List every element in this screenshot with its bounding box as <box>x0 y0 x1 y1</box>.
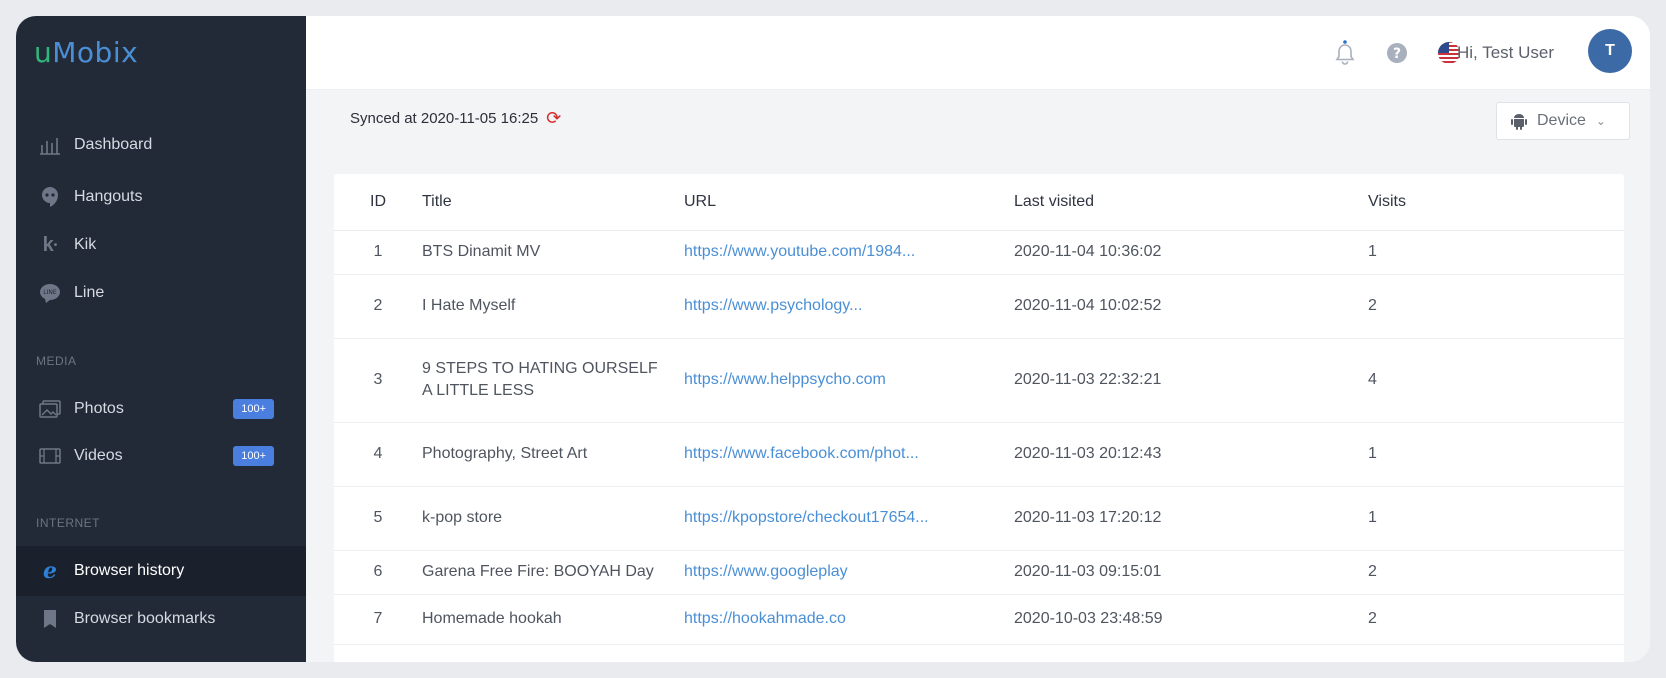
sidebar-item-photos[interactable]: Photos 100+ <box>16 386 306 432</box>
sync-text: Synced at 2020-11-05 16:25 <box>350 110 539 127</box>
sidebar-item-label: Browser history <box>74 562 185 579</box>
sidebar-item-browser-bookmarks[interactable]: Browser bookmarks <box>16 596 306 642</box>
table-row: 1 BTS Dinamit MV https://www.youtube.com… <box>334 230 1624 275</box>
svg-text:LINE: LINE <box>43 289 57 296</box>
cell-visits: 2 <box>1368 550 1624 595</box>
column-header-id[interactable]: ID <box>334 174 422 231</box>
cell-title: 9 STEPS TO HATING OURSELF A LITTLE LESS <box>422 338 684 423</box>
sidebar-item-label: Photos <box>74 400 124 417</box>
videos-icon <box>38 444 62 468</box>
url-link[interactable]: https://www.googleplay <box>684 563 848 580</box>
svg-text:?: ? <box>1393 46 1401 62</box>
section-label-internet: INTERNET <box>36 516 100 530</box>
table-row: 5 k-pop store https://kpopstore/checkout… <box>334 486 1624 551</box>
sync-status: Synced at 2020-11-05 16:25 ⟳ <box>350 108 561 129</box>
column-header-last-visited[interactable]: Last visited <box>1014 174 1368 231</box>
cell-title: I Hate Myself <box>422 274 684 339</box>
sidebar: uMobix Dashboard Hangouts k • Kik LINE Li… <box>16 16 306 662</box>
cell-title: Garena Free Fire: BOOYAH Day <box>422 550 684 595</box>
help-icon[interactable]: ? <box>1384 40 1410 66</box>
internet-explorer-icon: e <box>43 558 57 584</box>
sidebar-item-label: Dashboard <box>74 136 153 153</box>
app-window: uMobix Dashboard Hangouts k • Kik LINE Li… <box>16 16 1650 662</box>
url-link[interactable]: https://www.psychology... <box>684 297 862 314</box>
logo-text: Mobix <box>52 36 139 69</box>
refresh-icon[interactable]: ⟳ <box>546 108 561 129</box>
sidebar-item-label: Kik <box>74 236 97 253</box>
cell-last-visited: 2020-11-03 22:32:21 <box>1014 338 1368 423</box>
cell-title: Homemade hookah <box>422 594 684 645</box>
count-badge: 100+ <box>233 399 274 419</box>
dashboard-icon <box>38 133 62 157</box>
cell-id: 1 <box>334 230 422 275</box>
cell-id: 4 <box>334 422 422 487</box>
main-content: ? Hi, Test User T Synced at 2020-11-05 1… <box>306 16 1650 662</box>
cell-id: 5 <box>334 486 422 551</box>
sidebar-item-hangouts[interactable]: Hangouts <box>16 174 306 220</box>
sync-bar: Synced at 2020-11-05 16:25 ⟳ Device ⌄ <box>306 90 1650 152</box>
sidebar-item-label: Browser bookmarks <box>74 610 216 627</box>
cell-visits: 1 <box>1368 486 1624 551</box>
table-row: 6 Garena Free Fire: BOOYAH Day https://w… <box>334 550 1624 595</box>
sidebar-item-dashboard[interactable]: Dashboard <box>16 122 306 168</box>
browser-history-table: ID Title URL Last visited Visits 1 BTS D… <box>334 174 1624 662</box>
cell-last-visited: 2020-10-03 23:48:59 <box>1014 594 1368 645</box>
url-link[interactable]: https://www.facebook.com/phot... <box>684 445 919 462</box>
column-header-title[interactable]: Title <box>422 174 684 231</box>
sidebar-item-line[interactable]: LINE Line <box>16 270 306 316</box>
android-icon <box>1511 112 1527 130</box>
table-row: 7 Homemade hookah https://hookahmade.co … <box>334 594 1624 645</box>
logo-u: u <box>34 36 53 69</box>
device-label: Device <box>1537 112 1586 129</box>
table-row: 2 I Hate Myself https://www.psychology..… <box>334 274 1624 339</box>
topbar: ? Hi, Test User T <box>306 16 1650 90</box>
cell-last-visited: 2020-11-03 20:12:43 <box>1014 422 1368 487</box>
bookmark-icon <box>38 607 62 631</box>
sidebar-item-videos[interactable]: Videos 100+ <box>16 433 306 479</box>
cell-title: Photography, Street Art <box>422 422 684 487</box>
section-label-media: MEDIA <box>36 354 77 368</box>
url-link[interactable]: https://www.youtube.com/1984... <box>684 243 915 260</box>
cell-last-visited: 2020-11-03 17:20:12 <box>1014 486 1368 551</box>
sidebar-item-label: Hangouts <box>74 188 143 205</box>
bell-icon[interactable] <box>1332 40 1358 66</box>
cell-visits: 2 <box>1368 594 1624 645</box>
url-link[interactable]: https://kpopstore/checkout17654... <box>684 509 929 526</box>
cell-visits: 1 <box>1368 422 1624 487</box>
sidebar-item-browser-history[interactable]: e Browser history <box>16 546 306 596</box>
cell-id: 6 <box>334 550 422 595</box>
chevron-down-icon: ⌄ <box>1595 114 1606 128</box>
kik-icon: k • <box>42 233 58 256</box>
url-link[interactable]: https://www.helppsycho.com <box>684 371 886 388</box>
photos-icon <box>38 397 62 421</box>
line-icon: LINE <box>38 281 62 305</box>
column-header-visits[interactable]: Visits <box>1368 174 1624 231</box>
sidebar-item-label: Videos <box>74 447 123 464</box>
cell-last-visited: 2020-11-04 10:02:52 <box>1014 274 1368 339</box>
count-badge: 100+ <box>233 446 274 466</box>
sidebar-item-kik[interactable]: k • Kik <box>16 222 306 268</box>
column-header-url[interactable]: URL <box>684 174 1014 231</box>
cell-visits: 2 <box>1368 274 1624 339</box>
cell-visits: 1 <box>1368 230 1624 275</box>
cell-last-visited: 2020-11-04 10:36:02 <box>1014 230 1368 275</box>
table-row: 3 9 STEPS TO HATING OURSELF A LITTLE LES… <box>334 338 1624 423</box>
cell-title: k-pop store <box>422 486 684 551</box>
cell-id: 7 <box>334 594 422 645</box>
cell-visits: 4 <box>1368 338 1624 423</box>
cell-last-visited: 2020-11-03 09:15:01 <box>1014 550 1368 595</box>
cell-id: 2 <box>334 274 422 339</box>
logo[interactable]: uMobix <box>34 36 138 69</box>
avatar[interactable]: T <box>1588 29 1632 73</box>
history-table: ID Title URL Last visited Visits 1 BTS D… <box>334 174 1624 645</box>
table-row: 4 Photography, Street Art https://www.fa… <box>334 422 1624 487</box>
hangouts-icon <box>38 185 62 209</box>
user-greeting: Hi, Test User <box>1457 43 1554 62</box>
url-link[interactable]: https://hookahmade.co <box>684 610 846 627</box>
table-header-row: ID Title URL Last visited Visits <box>334 174 1624 231</box>
sidebar-item-label: Line <box>74 284 105 301</box>
cell-title: BTS Dinamit MV <box>422 230 684 275</box>
device-dropdown[interactable]: Device ⌄ <box>1496 102 1630 140</box>
cell-id: 3 <box>334 338 422 423</box>
